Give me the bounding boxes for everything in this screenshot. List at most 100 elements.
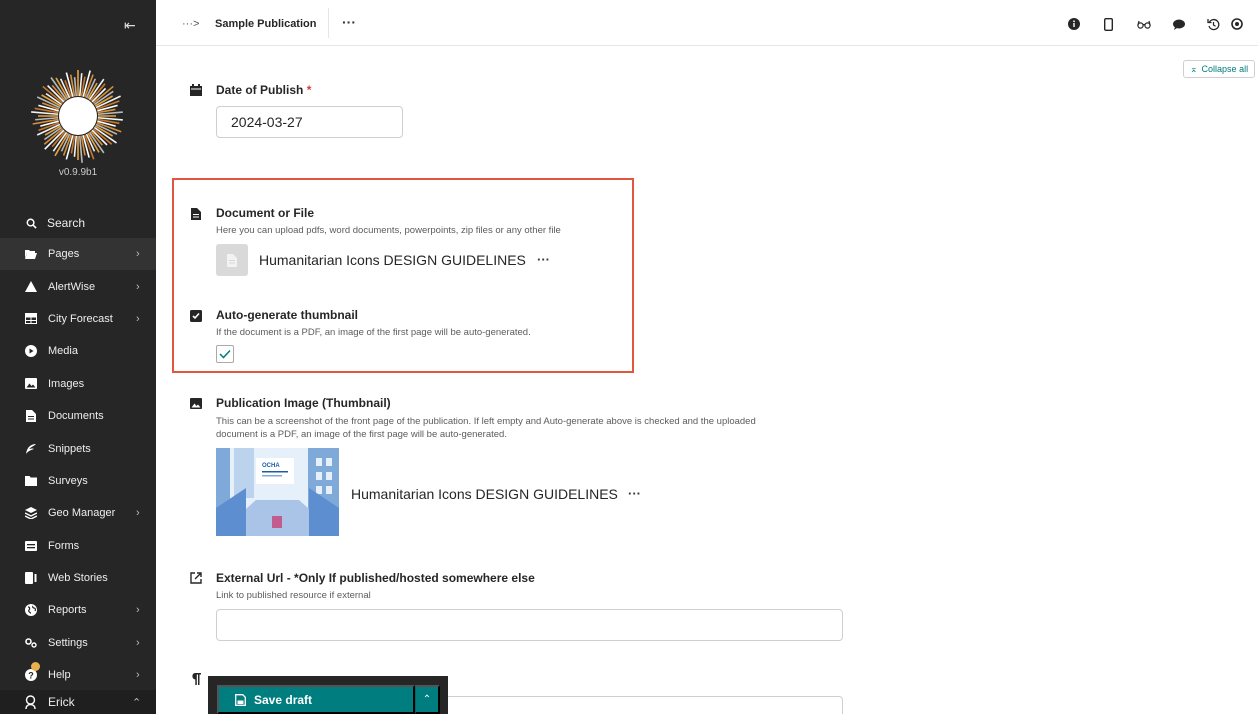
- chosen-document-title[interactable]: Humanitarian Icons DESIGN GUIDELINES: [259, 252, 526, 268]
- paragraph-icon: [189, 672, 203, 686]
- page-header: ···> Sample Publication ···: [156, 0, 1258, 46]
- version-label: v0.9.9b1: [58, 167, 98, 178]
- header-toolbar: [1056, 14, 1253, 34]
- date-label-text: Date of Publish: [216, 83, 304, 97]
- sidebar-item-label: Help: [48, 669, 71, 682]
- sidebar-item-pages[interactable]: Pages ›: [0, 238, 156, 271]
- sidebar-item-label: AlertWise: [48, 280, 96, 293]
- document-field-label: Document or File: [216, 206, 315, 220]
- glasses-icon[interactable]: [1126, 14, 1161, 34]
- sidebar-item-images[interactable]: Images: [0, 368, 156, 400]
- logo-ray: [73, 77, 78, 97]
- chosen-image-title[interactable]: Humanitarian Icons DESIGN GUIDELINES: [351, 486, 618, 502]
- sidebar-nav: Pages › AlertWise › City Forecast › Medi…: [0, 238, 156, 691]
- publication-thumbnail-image[interactable]: OCHA: [216, 448, 339, 536]
- avatar: [24, 695, 38, 709]
- user-name: Erick: [48, 695, 75, 709]
- external-link-icon: [189, 571, 203, 585]
- chevron-right-icon: ›: [136, 669, 140, 682]
- sidebar-item-reports[interactable]: Reports ›: [0, 594, 156, 626]
- save-draft-button[interactable]: Save draft: [217, 685, 415, 714]
- table-icon: [24, 313, 38, 325]
- chevron-right-icon: ›: [136, 248, 140, 261]
- pub-image-field-label: Publication Image (Thumbnail): [216, 396, 391, 410]
- sidebar-search[interactable]: Search: [26, 216, 85, 230]
- sidebar-item-surveys[interactable]: Surveys: [0, 465, 156, 497]
- comment-icon[interactable]: [1161, 14, 1196, 34]
- sidebar-item-city-forecast[interactable]: City Forecast ›: [0, 303, 156, 335]
- breadcrumb-expand-icon[interactable]: ···>: [182, 18, 199, 30]
- notification-badge: [31, 662, 40, 671]
- collapse-sidebar-icon[interactable]: ⇤: [124, 17, 136, 34]
- sidebar-item-label: Pages: [48, 248, 80, 261]
- thumb-brand-text: OCHA: [262, 463, 280, 469]
- folder-icon: [24, 475, 38, 486]
- page-actions-button[interactable]: ···: [342, 14, 356, 30]
- sidebar-item-forms[interactable]: Forms: [0, 530, 156, 562]
- play-icon: [24, 345, 38, 358]
- sidebar-item-label: Forms: [48, 539, 80, 552]
- collapse-icon: ⌅: [1190, 63, 1198, 74]
- document-icon: [189, 207, 203, 221]
- autogen-help-text: If the document is a PDF, an image of th…: [216, 327, 531, 338]
- warning-icon: [24, 281, 38, 293]
- info-icon[interactable]: [1056, 14, 1091, 34]
- sidebar-item-documents[interactable]: Documents: [0, 400, 156, 432]
- sidebar-item-help[interactable]: ? Help ›: [0, 659, 156, 691]
- search-icon: [26, 218, 37, 229]
- document-thumbnail[interactable]: [216, 244, 248, 276]
- layers-icon: [24, 507, 38, 520]
- pub-image-help-line1: This can be a screenshot of the front pa…: [216, 416, 756, 427]
- history-icon[interactable]: [1196, 14, 1231, 34]
- help-icon: ?: [24, 669, 38, 682]
- folder-open-icon: [24, 249, 38, 260]
- external-url-field-label: External Url - *Only If published/hosted…: [216, 571, 535, 585]
- sidebar-item-label: Documents: [48, 410, 104, 423]
- document-help-text: Here you can upload pdfs, word documents…: [216, 225, 561, 236]
- document-actions-button[interactable]: ···: [537, 252, 550, 267]
- collapse-all-label: Collapse all: [1201, 64, 1249, 74]
- external-url-input[interactable]: [216, 609, 843, 641]
- document-icon: [24, 410, 38, 423]
- search-label: Search: [47, 216, 86, 230]
- eye-icon[interactable]: [1231, 14, 1253, 34]
- sidebar-item-geo-manager[interactable]: Geo Manager ›: [0, 497, 156, 529]
- collapse-all-button[interactable]: ⌅ Collapse all: [1183, 60, 1256, 78]
- date-value: 2024-03-27: [231, 114, 303, 130]
- globe-icon: [24, 604, 38, 617]
- sidebar-item-web-stories[interactable]: Web Stories: [0, 562, 156, 594]
- save-icon: [235, 693, 246, 706]
- chevron-right-icon: ›: [136, 312, 140, 325]
- chevron-right-icon: ›: [136, 636, 140, 649]
- site-logo[interactable]: [30, 68, 126, 164]
- autogen-field-label: Auto-generate thumbnail: [216, 308, 359, 322]
- mobile-preview-icon[interactable]: [1091, 14, 1126, 34]
- image-actions-button[interactable]: ···: [628, 486, 641, 501]
- save-action-bar: Save draft ⌃: [208, 676, 448, 714]
- sidebar-item-label: Geo Manager: [48, 507, 116, 520]
- cogs-icon: [24, 638, 38, 648]
- required-marker: *: [306, 83, 312, 97]
- sidebar: ⇤ v0.9.9b1 Search Pages › AlertWise › Ci…: [0, 0, 156, 714]
- save-options-toggle[interactable]: ⌃: [415, 685, 440, 714]
- chevron-right-icon: ›: [136, 507, 140, 520]
- sidebar-item-snippets[interactable]: Snippets: [0, 432, 156, 464]
- page-title[interactable]: Sample Publication: [215, 18, 316, 30]
- user-account-menu[interactable]: Erick ⌃: [0, 690, 156, 714]
- date-field-label: Date of Publish *: [216, 83, 311, 97]
- checkbox-icon: [189, 309, 203, 323]
- sidebar-item-settings[interactable]: Settings ›: [0, 627, 156, 659]
- chevron-up-icon: ⌃: [422, 694, 432, 705]
- autogen-checkbox[interactable]: [216, 345, 234, 363]
- divider: [328, 8, 329, 38]
- next-field-input[interactable]: [440, 696, 843, 714]
- sidebar-item-media[interactable]: Media: [0, 335, 156, 367]
- sidebar-item-label: Snippets: [48, 442, 91, 455]
- image-icon: [189, 396, 203, 410]
- snippet-icon: [24, 443, 38, 455]
- svg-text:?: ?: [28, 671, 34, 681]
- external-url-help-text: Link to published resource if external: [216, 590, 371, 601]
- pub-image-help-line2: document is a PDF, an image of the first…: [216, 429, 507, 440]
- date-of-publish-input[interactable]: 2024-03-27: [216, 106, 403, 138]
- sidebar-item-alertwise[interactable]: AlertWise ›: [0, 270, 156, 302]
